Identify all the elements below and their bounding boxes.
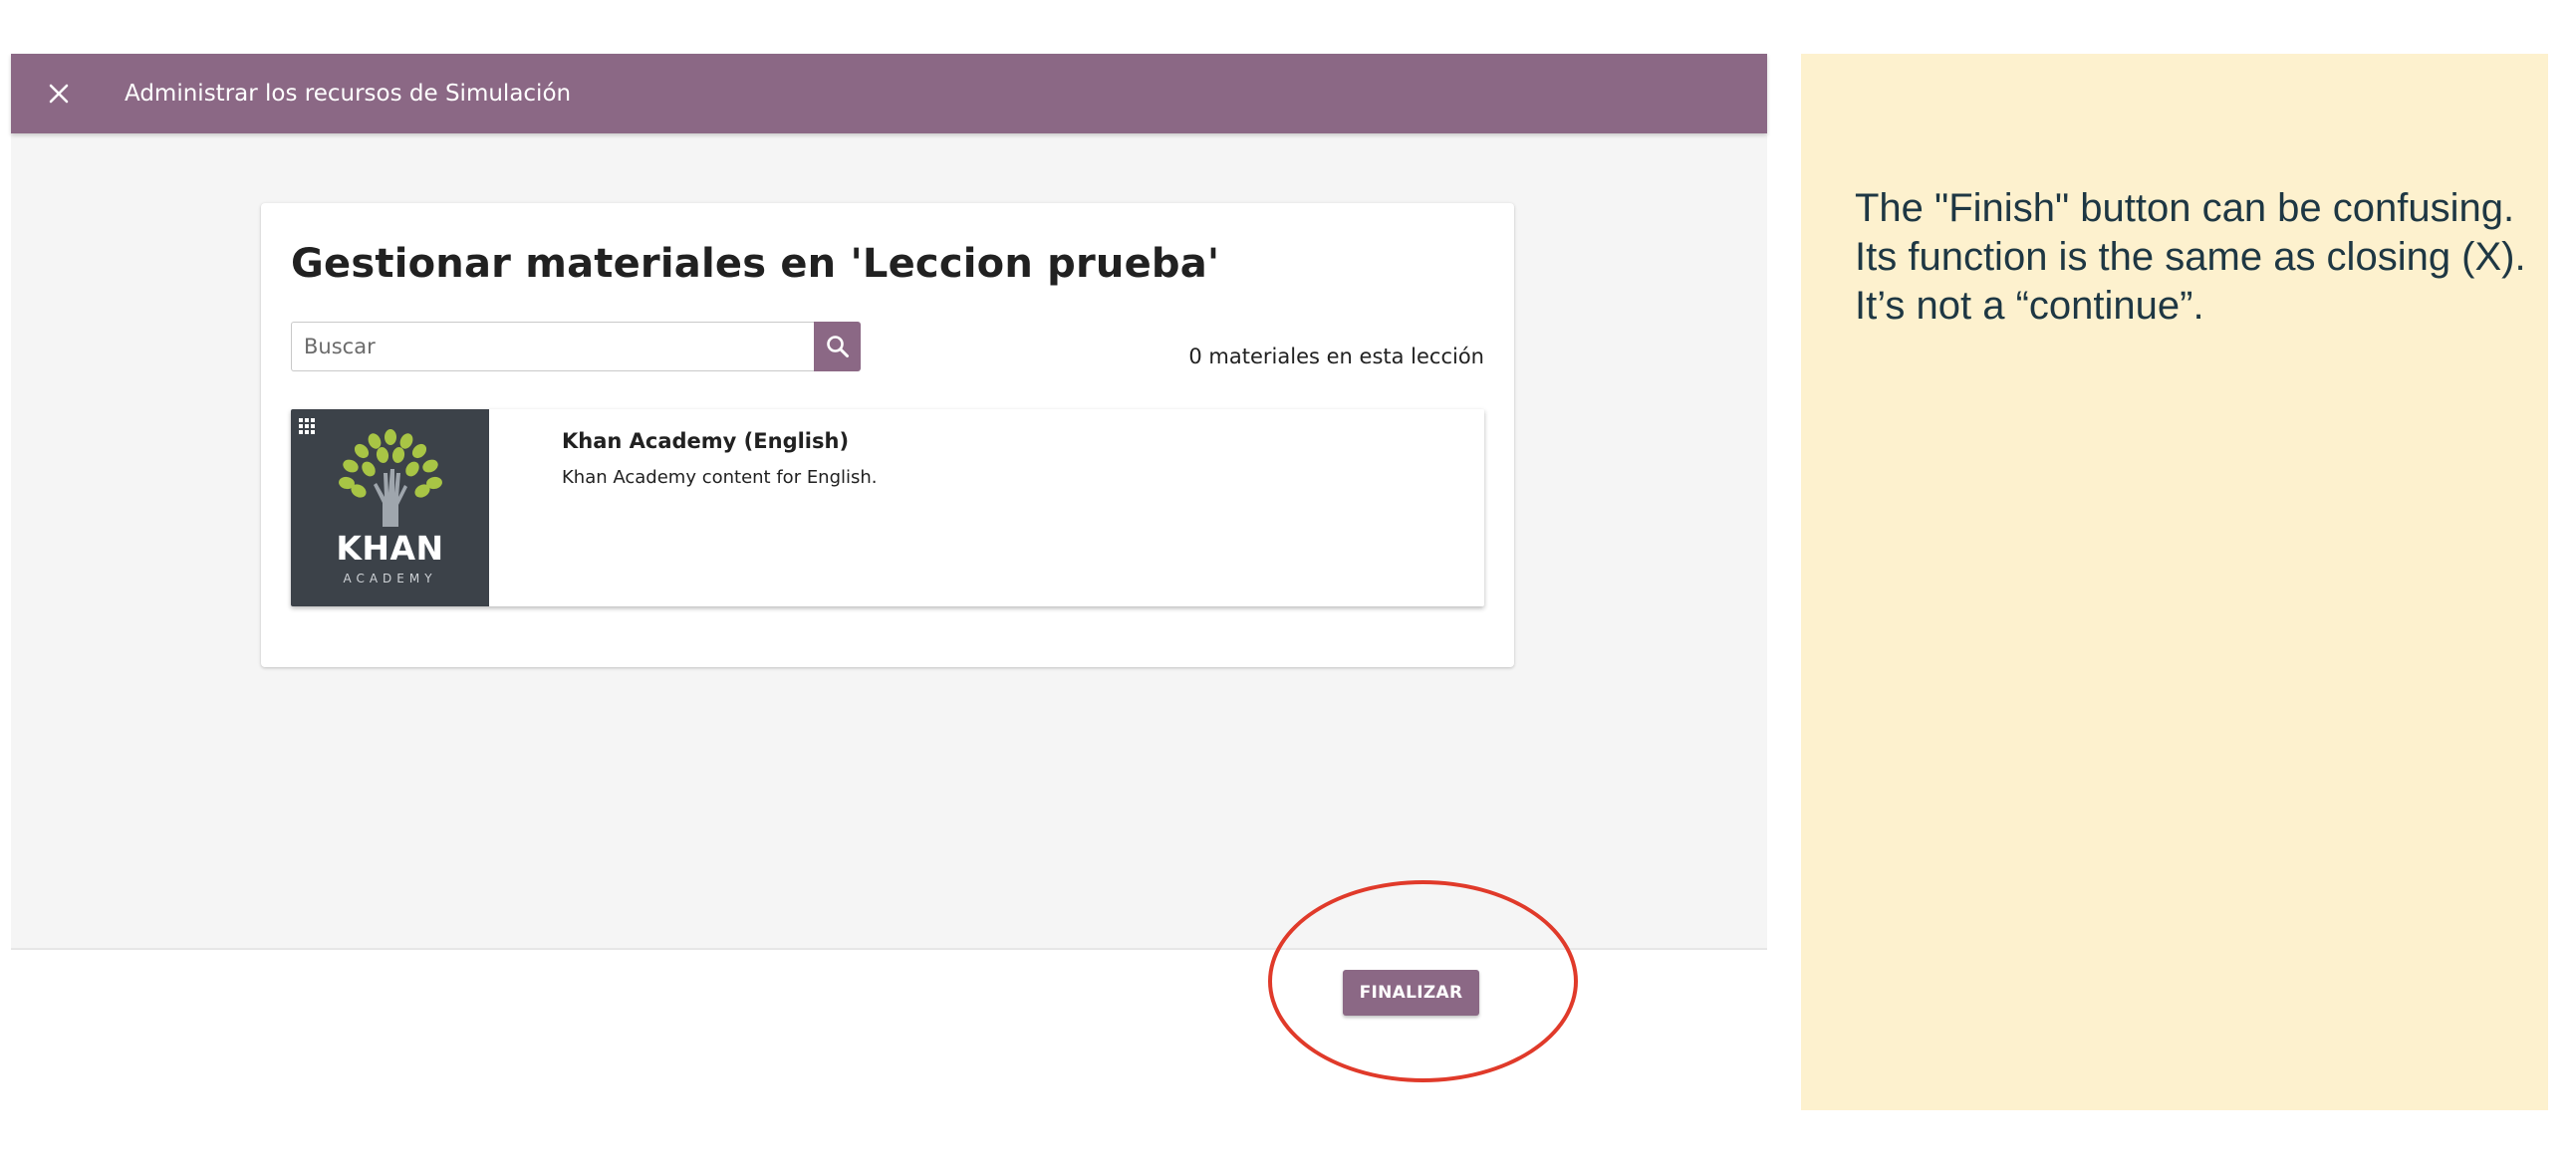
channel-description: Khan Academy content for English. bbox=[562, 467, 878, 488]
grid-icon bbox=[299, 418, 315, 434]
page-title: Gestionar materiales en 'Leccion prueba' bbox=[291, 241, 1220, 287]
channel-title: Khan Academy (English) bbox=[562, 429, 850, 453]
materials-count: 0 materiales en esta lección bbox=[1188, 345, 1484, 368]
channel-thumbnail: KHAN ACADEMY bbox=[291, 409, 489, 606]
dialog-header: Administrar los recursos de Simulación bbox=[11, 54, 1767, 133]
search-bar bbox=[291, 322, 861, 371]
search-icon bbox=[826, 336, 849, 357]
logo-text: KHAN bbox=[336, 529, 444, 568]
app-window: Administrar los recursos de Simulación G… bbox=[11, 54, 1767, 948]
khan-academy-tree-logo bbox=[339, 429, 442, 527]
close-button[interactable] bbox=[41, 76, 77, 112]
dialog-title: Administrar los recursos de Simulación bbox=[125, 81, 572, 107]
close-icon bbox=[49, 84, 69, 104]
footer-divider bbox=[11, 948, 1767, 950]
finish-button[interactable]: FINALIZAR bbox=[1343, 970, 1479, 1016]
search-input[interactable] bbox=[291, 322, 814, 371]
logo-subtext: ACADEMY bbox=[343, 572, 437, 585]
annotation-text: The "Finish" button can be confusing. It… bbox=[1855, 186, 2526, 328]
channel-card-khan-academy[interactable]: KHAN ACADEMY Khan Academy (English) Khan… bbox=[291, 409, 1484, 606]
materials-card: Gestionar materiales en 'Leccion prueba'… bbox=[261, 203, 1514, 667]
annotation-panel: The "Finish" button can be confusing. It… bbox=[1801, 54, 2548, 1110]
search-button[interactable] bbox=[814, 322, 861, 371]
